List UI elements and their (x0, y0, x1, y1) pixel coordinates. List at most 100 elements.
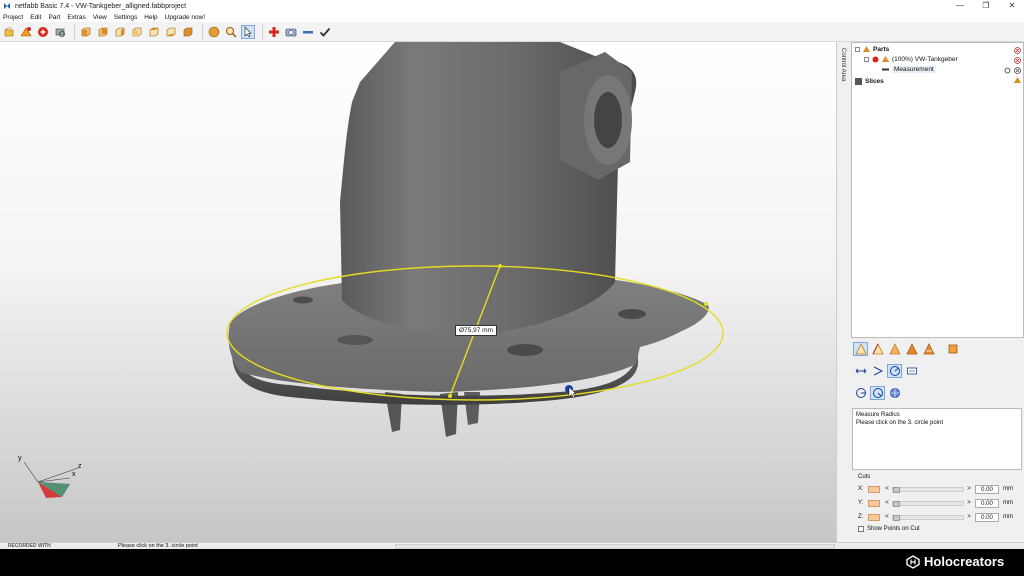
ruler-button[interactable] (301, 25, 315, 39)
cut-slider[interactable] (892, 500, 964, 507)
control-area-tab[interactable]: Control Area (836, 42, 851, 542)
minimize-button[interactable]: — (948, 0, 972, 12)
sphere-view-button[interactable] (207, 25, 221, 39)
measure-button[interactable] (284, 25, 298, 39)
tree-item-part[interactable]: (100%) VW-Tankgeber (864, 55, 958, 64)
cut-value-input[interactable]: 0.00 (975, 498, 999, 508)
tree-item-slices[interactable]: Slices (855, 77, 884, 86)
view-front-icon (81, 27, 91, 36)
slices-options-icon[interactable] (1014, 77, 1021, 84)
menu-edit[interactable]: Edit (30, 14, 41, 21)
triangle-face-icon (888, 343, 901, 355)
measure-face-tool[interactable] (887, 342, 902, 356)
cut-increase-button[interactable]: > (966, 500, 972, 506)
sphere-icon (208, 26, 220, 37)
3d-viewport[interactable]: y x z Ø75,97 mm (0, 42, 836, 542)
progress-bar (395, 544, 835, 549)
cut-decrease-button[interactable]: < (884, 514, 890, 520)
print-button[interactable] (53, 25, 67, 39)
cut-increase-button[interactable]: > (966, 486, 972, 492)
select-pointer-button[interactable] (241, 24, 255, 39)
cut-color-swatch[interactable] (868, 485, 880, 493)
tree-item-parts[interactable]: Parts (855, 45, 889, 54)
cut-slider-thumb[interactable] (893, 486, 900, 493)
part-mesh-icon (882, 56, 889, 62)
cut-slider-thumb[interactable] (893, 514, 900, 521)
collapse-icon[interactable] (855, 47, 860, 52)
show-points-on-cut-checkbox[interactable]: Show Points on Cut (858, 526, 920, 532)
menu-part[interactable]: Part (48, 14, 60, 21)
maximize-button[interactable]: ❐ (974, 0, 998, 12)
view-bottom-button[interactable] (164, 25, 178, 39)
settings-icon (948, 344, 957, 354)
measure-radius-tool[interactable] (887, 364, 902, 378)
cut-slider-thumb[interactable] (893, 500, 900, 507)
remove-measurement-icon[interactable] (1014, 67, 1021, 74)
menu-project[interactable]: Project (3, 14, 23, 21)
zoom-icon (226, 26, 237, 38)
cuts-title: Cuts (858, 474, 871, 480)
measurement-label: Ø75,97 mm (455, 325, 497, 336)
circle-arc-icon (855, 388, 866, 398)
eye-icon[interactable] (1004, 67, 1011, 74)
menu-extras[interactable]: Extras (67, 14, 85, 21)
apply-button[interactable] (318, 25, 332, 39)
zoom-button[interactable] (224, 25, 238, 39)
collapse-icon[interactable] (864, 57, 869, 62)
measure-distance-tool[interactable] (853, 364, 868, 378)
sphere-measure-tool[interactable] (887, 386, 902, 400)
menu-upgrade[interactable]: Upgrade now! (165, 14, 205, 21)
close-button[interactable]: ✕ (1000, 0, 1024, 12)
measure-angle-tool[interactable] (870, 364, 885, 378)
angle-icon (873, 366, 883, 376)
measure-settings-tool[interactable] (945, 342, 960, 356)
cut-value-input[interactable]: 0.00 (975, 512, 999, 522)
view-front-button[interactable] (79, 25, 93, 39)
tree-item-measurement[interactable]: Measurement (882, 65, 936, 74)
cut-slider[interactable] (892, 514, 964, 521)
side-boss (560, 52, 632, 180)
cut-row-z: Z: < > 0.00 mm (858, 512, 1022, 522)
repair-button[interactable] (36, 25, 50, 39)
cut-decrease-button[interactable]: < (884, 500, 890, 506)
cut-color-swatch[interactable] (868, 499, 880, 507)
measure-label-tool[interactable] (904, 364, 919, 378)
view-top-button[interactable] (147, 25, 161, 39)
measure-edge-tool[interactable] (870, 342, 885, 356)
remove-part-icon[interactable] (1014, 57, 1021, 64)
cut-increase-button[interactable]: > (966, 514, 972, 520)
cut-decrease-button[interactable]: < (884, 486, 890, 492)
repair-icon (38, 26, 48, 37)
tool-info-box: Measure Radius Please click on the 3. ci… (852, 408, 1022, 470)
measure-part-tool[interactable] (921, 342, 936, 356)
close-part-icon[interactable] (1014, 47, 1021, 54)
view-left-icon (115, 27, 125, 36)
netfabb-window: netfabb Basic 7.4 - VW-Tankgeber_alligne… (0, 0, 1024, 549)
menu-view[interactable]: View (93, 14, 107, 21)
circle-3pt-tool[interactable] (853, 386, 868, 400)
axis-y-label: y (18, 455, 22, 462)
checkbox-box[interactable] (858, 526, 864, 532)
new-project-button[interactable] (2, 25, 16, 39)
add-part-button[interactable] (267, 25, 281, 39)
measurement-icon (882, 68, 889, 71)
view-back-button[interactable] (96, 25, 110, 39)
circle-radius-tool[interactable] (870, 386, 885, 400)
new-project-icon (4, 27, 14, 36)
cut-value-input[interactable]: 0.00 (975, 484, 999, 494)
view-iso-icon (183, 27, 193, 36)
menu-help[interactable]: Help (144, 14, 157, 21)
title-bar: netfabb Basic 7.4 - VW-Tankgeber_alligne… (0, 0, 1024, 12)
cut-color-swatch[interactable] (868, 513, 880, 521)
part-label: (100%) VW-Tankgeber (892, 56, 958, 63)
menu-settings[interactable]: Settings (114, 14, 138, 21)
main-toolbar (0, 22, 1024, 42)
measure-shell-tool[interactable] (904, 342, 919, 356)
view-right-button[interactable] (130, 25, 144, 39)
select-pointer-icon (244, 25, 252, 37)
cut-slider[interactable] (892, 486, 964, 493)
open-part-button[interactable] (19, 25, 33, 39)
view-left-button[interactable] (113, 25, 127, 39)
measure-point-tool[interactable] (853, 342, 868, 356)
view-iso-button[interactable] (181, 25, 195, 39)
